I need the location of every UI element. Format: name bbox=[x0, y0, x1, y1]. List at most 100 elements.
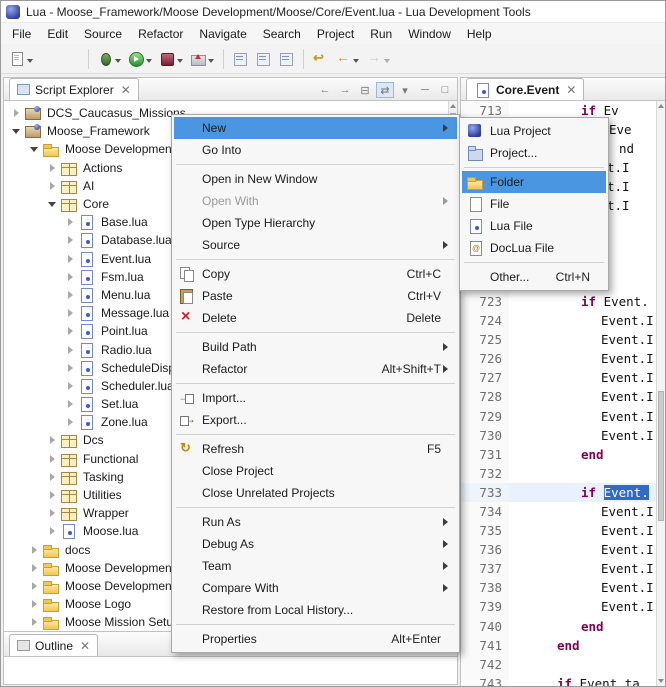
minimize-button[interactable]: ─ bbox=[416, 82, 434, 98]
code-line[interactable]: 728Event.I bbox=[461, 387, 658, 406]
expand-chevron-icon[interactable] bbox=[48, 508, 60, 518]
expand-chevron-icon[interactable] bbox=[66, 399, 78, 409]
menu-item-source[interactable]: Source bbox=[174, 234, 457, 256]
code-line[interactable]: 742 bbox=[461, 655, 658, 674]
menubar-source[interactable]: Source bbox=[76, 25, 130, 43]
code-line[interactable]: 743if Event.ta bbox=[461, 674, 658, 686]
expand-chevron-icon[interactable] bbox=[66, 290, 78, 300]
collapse-chevron-icon[interactable] bbox=[30, 144, 42, 154]
new-wizard-button[interactable] bbox=[6, 50, 36, 68]
menu-item-lua-project[interactable]: Lua Project bbox=[462, 120, 606, 142]
expand-chevron-icon[interactable] bbox=[66, 345, 78, 355]
menu-item-file[interactable]: File bbox=[462, 193, 606, 215]
menubar-navigate[interactable]: Navigate bbox=[191, 25, 254, 43]
menu-item-debug-as[interactable]: Debug As bbox=[174, 533, 457, 555]
forward-button[interactable] bbox=[363, 50, 393, 68]
collapse-chevron-icon[interactable] bbox=[48, 199, 60, 209]
collapse-chevron-icon[interactable] bbox=[12, 126, 24, 136]
menu-item-build-path[interactable]: Build Path bbox=[174, 336, 457, 358]
menubar-run[interactable]: Run bbox=[362, 25, 400, 43]
expand-chevron-icon[interactable] bbox=[66, 363, 78, 373]
maximize-button[interactable]: □ bbox=[436, 82, 454, 98]
open-element-button[interactable] bbox=[229, 50, 251, 68]
scroll-down-icon[interactable] bbox=[657, 676, 665, 686]
expand-chevron-icon[interactable] bbox=[30, 617, 42, 627]
menu-item-run-as[interactable]: Run As bbox=[174, 511, 457, 533]
code-line[interactable]: 725Event.I bbox=[461, 330, 658, 349]
menu-item-copy[interactable]: CopyCtrl+C bbox=[174, 263, 457, 285]
tab-outline[interactable]: Outline ✕ bbox=[9, 634, 98, 656]
scrollbar-thumb[interactable] bbox=[658, 391, 664, 521]
menu-item-open-in-new-window[interactable]: Open in New Window bbox=[174, 168, 457, 190]
expand-chevron-icon[interactable] bbox=[48, 181, 60, 191]
code-line[interactable]: 723if Event. bbox=[461, 292, 658, 311]
debug-button[interactable] bbox=[94, 50, 124, 68]
expand-chevron-icon[interactable] bbox=[66, 417, 78, 427]
annotations-button[interactable] bbox=[275, 50, 297, 68]
menu-item-other[interactable]: Other...Ctrl+N bbox=[462, 266, 606, 288]
expand-chevron-icon[interactable] bbox=[30, 545, 42, 555]
menu-item-paste[interactable]: PasteCtrl+V bbox=[174, 285, 457, 307]
expand-chevron-icon[interactable] bbox=[48, 435, 60, 445]
scroll-up-icon[interactable] bbox=[657, 101, 665, 111]
tab-core-event[interactable]: Core.Event ✕ bbox=[466, 78, 584, 100]
expand-chevron-icon[interactable] bbox=[30, 563, 42, 573]
code-line[interactable]: 740end bbox=[461, 617, 658, 636]
menu-item-import[interactable]: Import... bbox=[174, 387, 457, 409]
expand-chevron-icon[interactable] bbox=[48, 526, 60, 536]
menu-item-doclua-file[interactable]: DocLua File bbox=[462, 237, 606, 259]
code-line[interactable]: 739Event.I bbox=[461, 597, 658, 616]
menu-item-team[interactable]: Team bbox=[174, 555, 457, 577]
expand-chevron-icon[interactable] bbox=[48, 163, 60, 173]
code-line[interactable]: 734Event.I bbox=[461, 502, 658, 521]
expand-chevron-icon[interactable] bbox=[66, 254, 78, 264]
code-line[interactable]: 724Event.I bbox=[461, 311, 658, 330]
expand-chevron-icon[interactable] bbox=[66, 217, 78, 227]
menu-item-export[interactable]: Export... bbox=[174, 409, 457, 431]
menubar-help[interactable]: Help bbox=[459, 25, 500, 43]
back-button[interactable] bbox=[332, 50, 362, 68]
run-button[interactable] bbox=[125, 50, 155, 68]
menu-item-refresh[interactable]: RefreshF5 bbox=[174, 438, 457, 460]
back-button[interactable]: ← bbox=[316, 82, 334, 98]
close-icon[interactable]: ✕ bbox=[566, 85, 576, 95]
code-line[interactable]: 737Event.I bbox=[461, 559, 658, 578]
forward-button[interactable]: → bbox=[336, 82, 354, 98]
menubar-project[interactable]: Project bbox=[309, 25, 362, 43]
menubar-window[interactable]: Window bbox=[400, 25, 459, 43]
expand-chevron-icon[interactable] bbox=[66, 381, 78, 391]
menu-item-restore-from-local-history[interactable]: Restore from Local History... bbox=[174, 599, 457, 621]
editor-scrollbar[interactable] bbox=[656, 101, 665, 686]
expand-chevron-icon[interactable] bbox=[66, 308, 78, 318]
code-line[interactable]: 741end bbox=[461, 636, 658, 655]
close-icon[interactable]: ✕ bbox=[121, 85, 131, 95]
menu-item-refactor[interactable]: RefactorAlt+Shift+T bbox=[174, 358, 457, 380]
menu-item-close-project[interactable]: Close Project bbox=[174, 460, 457, 482]
menu-item-open-type-hierarchy[interactable]: Open Type Hierarchy bbox=[174, 212, 457, 234]
menubar-search[interactable]: Search bbox=[255, 25, 309, 43]
expand-chevron-icon[interactable] bbox=[30, 599, 42, 609]
expand-chevron-icon[interactable] bbox=[48, 490, 60, 500]
code-line[interactable]: 729Event.I bbox=[461, 407, 658, 426]
menu-item-compare-with[interactable]: Compare With bbox=[174, 577, 457, 599]
expand-chevron-icon[interactable] bbox=[66, 326, 78, 336]
code-line[interactable]: 738Event.I bbox=[461, 578, 658, 597]
scroll-up-icon[interactable] bbox=[449, 101, 457, 111]
code-line[interactable]: 726Event.I bbox=[461, 349, 658, 368]
expand-chevron-icon[interactable] bbox=[66, 272, 78, 282]
title-bar[interactable]: Lua - Moose_Framework/Moose Development/… bbox=[1, 1, 665, 23]
expand-chevron-icon[interactable] bbox=[48, 472, 60, 482]
menu-item-close-unrelated-projects[interactable]: Close Unrelated Projects bbox=[174, 482, 457, 504]
code-line[interactable]: 736Event.I bbox=[461, 540, 658, 559]
code-line[interactable]: 733if Event. bbox=[461, 483, 658, 502]
menu-item-folder[interactable]: Folder bbox=[462, 171, 606, 193]
menu-item-go-into[interactable]: Go Into bbox=[174, 139, 457, 161]
code-line[interactable]: 732 bbox=[461, 464, 658, 483]
link-with-editor-button[interactable]: ⇄ bbox=[376, 82, 394, 98]
expand-chevron-icon[interactable] bbox=[30, 581, 42, 591]
code-line[interactable]: 730Event.I bbox=[461, 426, 658, 445]
search-button[interactable] bbox=[252, 50, 274, 68]
last-edit-location-button[interactable] bbox=[309, 50, 331, 68]
view-menu-button[interactable]: ▾ bbox=[396, 82, 414, 98]
menu-item-delete[interactable]: DeleteDelete bbox=[174, 307, 457, 329]
